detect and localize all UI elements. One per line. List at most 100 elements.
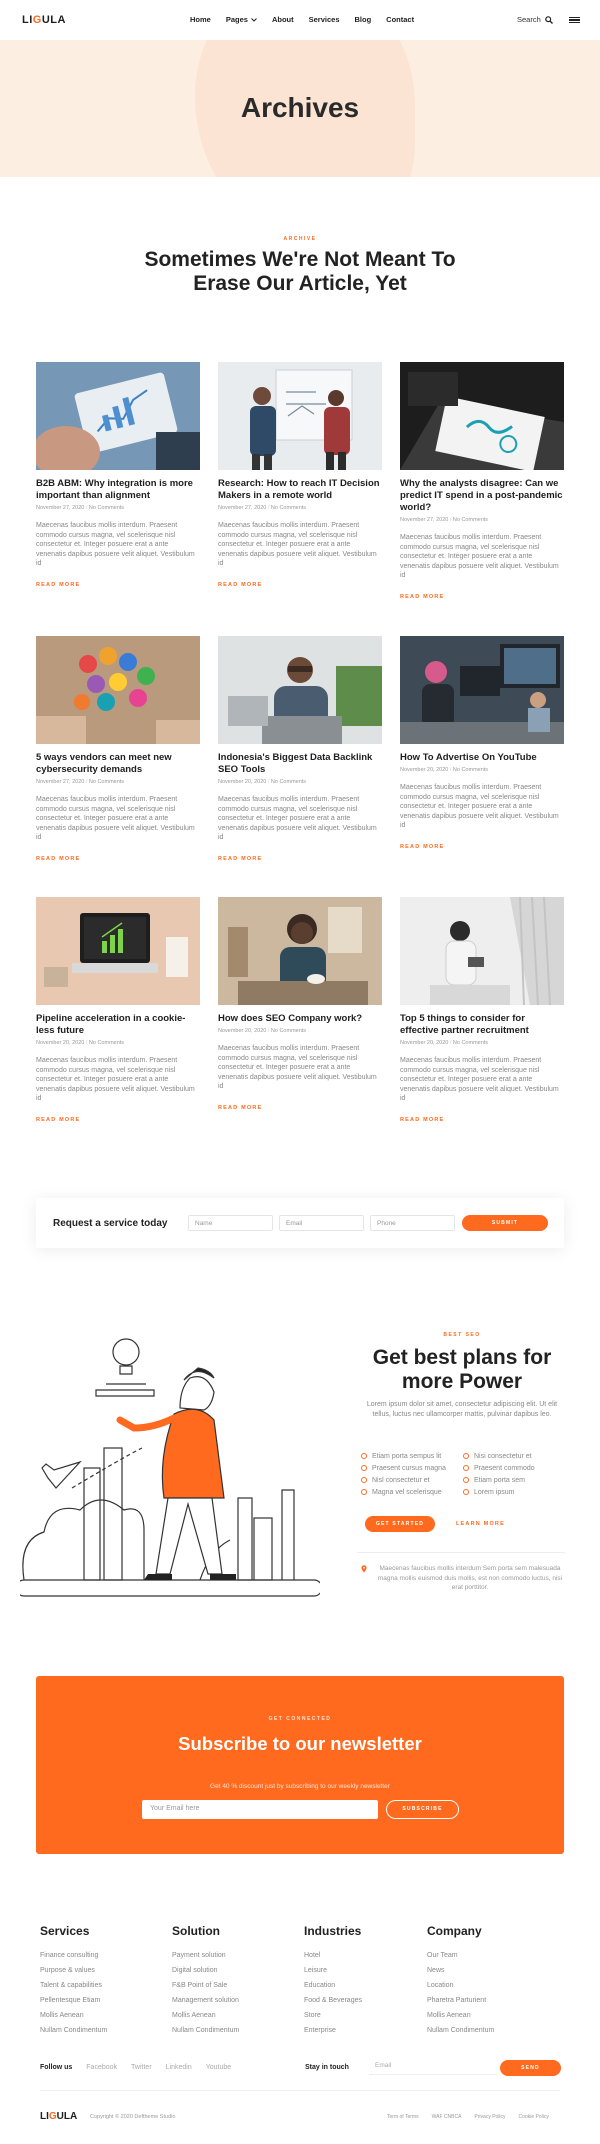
- post-image[interactable]: [400, 362, 564, 470]
- learn-more-link[interactable]: LEARN MORE: [456, 1521, 505, 1527]
- name-input[interactable]: Name: [188, 1215, 273, 1231]
- footer-link[interactable]: Hotel: [304, 1948, 362, 1963]
- footer-link[interactable]: Education: [304, 1978, 362, 1993]
- email-input[interactable]: Email: [279, 1215, 364, 1231]
- footer-logo[interactable]: LIGULA: [40, 2111, 77, 2122]
- footer-link[interactable]: Store: [304, 2008, 362, 2023]
- legal-link[interactable]: WAF CNBCA: [432, 2114, 462, 2120]
- footer-link[interactable]: F&B Point of Sale: [172, 1978, 239, 1993]
- newsletter-section: GET CONNECTED Subscribe to our newslette…: [36, 1676, 564, 1854]
- post-excerpt: Maecenas faucibus mollis interdum. Praes…: [218, 796, 377, 841]
- footer-link[interactable]: Pharetra Parturient: [427, 1993, 494, 2008]
- footer-link[interactable]: Nullam Condimentum: [427, 2023, 494, 2038]
- archive-title: Sometimes We're Not Meant To Erase Our A…: [144, 248, 456, 295]
- menu-icon[interactable]: [569, 17, 580, 23]
- legal-link[interactable]: Cookie Policy: [519, 2114, 549, 2120]
- search-button[interactable]: Search: [517, 15, 553, 24]
- post-image[interactable]: [400, 636, 564, 744]
- post-image[interactable]: [36, 897, 200, 1005]
- footer-link[interactable]: Leisure: [304, 1963, 362, 1978]
- footer-link[interactable]: Digital solution: [172, 1963, 239, 1978]
- read-more-link[interactable]: READ MORE: [400, 1117, 564, 1123]
- post-title[interactable]: How does SEO Company work?: [218, 1013, 382, 1025]
- nav-item-pages[interactable]: Pages: [226, 15, 257, 24]
- post-image[interactable]: [400, 897, 564, 1005]
- archive-eyebrow: ARCHIVE: [283, 236, 317, 242]
- send-button[interactable]: SEND: [500, 2060, 561, 2076]
- post-image[interactable]: [36, 636, 200, 744]
- footer-link[interactable]: Nullam Condimentum: [172, 2023, 239, 2038]
- footer-divider: [40, 2090, 560, 2091]
- plans-eyebrow: BEST SEO: [443, 1332, 481, 1338]
- legal-link[interactable]: Term of Terms: [387, 2114, 419, 2120]
- post-title[interactable]: 5 ways vendors can meet new cybersecurit…: [36, 752, 200, 776]
- social-link-twitter[interactable]: Twitter: [131, 2064, 152, 2071]
- nav-item-home[interactable]: Home: [190, 15, 211, 24]
- footer-link[interactable]: Mollis Aenean: [172, 2008, 239, 2023]
- nav-item-contact[interactable]: Contact: [386, 15, 414, 24]
- read-more-link[interactable]: READ MORE: [36, 1117, 200, 1123]
- nav-item-about[interactable]: About: [272, 15, 294, 24]
- post-title[interactable]: Top 5 things to consider for effective p…: [400, 1013, 564, 1037]
- post-title[interactable]: Pipeline acceleration in a cookie-less f…: [36, 1013, 200, 1037]
- read-more-link[interactable]: READ MORE: [400, 844, 564, 850]
- social-link-linkedin[interactable]: Linkedin: [166, 2064, 192, 2071]
- read-more-link[interactable]: READ MORE: [218, 856, 382, 862]
- footer-email-input[interactable]: Email: [369, 2058, 497, 2075]
- read-more-link[interactable]: READ MORE: [36, 582, 200, 588]
- footer-link[interactable]: Our Team: [427, 1948, 494, 1963]
- read-more-link[interactable]: READ MORE: [218, 1105, 382, 1111]
- post-meta: November 20, 2020 / No Comments: [400, 1040, 489, 1046]
- footer-link[interactable]: News: [427, 1963, 494, 1978]
- newsletter-email-input[interactable]: Your Email here: [142, 1800, 378, 1819]
- legal-link[interactable]: Privacy Policy: [474, 2114, 505, 2120]
- read-more-link[interactable]: READ MORE: [400, 594, 564, 600]
- footer-link[interactable]: Talent & capabilities: [40, 1978, 107, 1993]
- post-title[interactable]: Research: How to reach IT Decision Maker…: [218, 478, 382, 502]
- social-link-youtube[interactable]: Youtube: [206, 2064, 231, 2071]
- read-more-link[interactable]: READ MORE: [218, 582, 382, 588]
- get-started-button[interactable]: GET STARTED: [365, 1516, 435, 1532]
- check-icon: [361, 1477, 367, 1483]
- search-label: Search: [517, 15, 541, 24]
- post-image[interactable]: [36, 362, 200, 470]
- footer-link[interactable]: Payment solution: [172, 1948, 239, 1963]
- nav-item-blog[interactable]: Blog: [355, 15, 372, 24]
- service-request-form: Request a service today Name Email Phone…: [36, 1198, 564, 1248]
- post-excerpt: Maecenas faucibus mollis interdum. Praes…: [36, 796, 195, 841]
- footer-link[interactable]: Food & Beverages: [304, 1993, 362, 2008]
- post-image[interactable]: [218, 362, 382, 470]
- plans-note: Maecenas faucibus mollis interdum Sem po…: [377, 1565, 563, 1591]
- post-excerpt: Maecenas faucibus mollis interdum. Praes…: [36, 522, 195, 567]
- footer-link[interactable]: Mollis Aenean: [40, 2008, 107, 2023]
- footer-link[interactable]: Mollis Aenean: [427, 2008, 494, 2023]
- social-link-facebook[interactable]: Facebook: [86, 2064, 117, 2071]
- footer-heading: Solution: [172, 1924, 220, 1938]
- footer-link[interactable]: Pellentesque Etiam: [40, 1993, 107, 2008]
- list-item: Nisi consectetur et: [463, 1450, 535, 1462]
- submit-button[interactable]: SUBMIT: [462, 1215, 548, 1231]
- footer-link[interactable]: Location: [427, 1978, 494, 1993]
- post-title[interactable]: Why the analysts disagree: Can we predic…: [400, 478, 564, 514]
- read-more-link[interactable]: READ MORE: [36, 856, 200, 862]
- features-list-right: Nisi consectetur et Praesent commodo Eti…: [463, 1450, 535, 1498]
- footer-link[interactable]: Enterprise: [304, 2023, 362, 2038]
- footer-link[interactable]: Finance consulting: [40, 1948, 107, 1963]
- footer-link[interactable]: Nullam Condimentum: [40, 2023, 107, 2038]
- post-title[interactable]: B2B ABM: Why integration is more importa…: [36, 478, 200, 502]
- post-title[interactable]: How To Advertise On YouTube: [400, 752, 564, 764]
- post-excerpt: Maecenas faucibus mollis interdum. Praes…: [36, 1057, 195, 1102]
- subscribe-button[interactable]: SUBSCRIBE: [386, 1800, 459, 1819]
- post-image[interactable]: [218, 636, 382, 744]
- site-logo[interactable]: LIGULA: [22, 14, 66, 26]
- footer-link[interactable]: Management solution: [172, 1993, 239, 2008]
- plans-text: Lorem ipsum dolor sit amet, consectetur …: [366, 1401, 558, 1418]
- footer-column-services: Services Finance consulting Purpose & va…: [40, 1924, 107, 2038]
- footer-link[interactable]: Purpose & values: [40, 1963, 107, 1978]
- post-image[interactable]: [218, 897, 382, 1005]
- nav-item-services[interactable]: Services: [309, 15, 340, 24]
- post-title[interactable]: Indonesia's Biggest Data Backlink SEO To…: [218, 752, 382, 776]
- phone-input[interactable]: Phone: [370, 1215, 455, 1231]
- stay-in-touch-label: Stay in touch: [305, 2064, 349, 2071]
- post-card: Research: How to reach IT Decision Maker…: [218, 362, 382, 588]
